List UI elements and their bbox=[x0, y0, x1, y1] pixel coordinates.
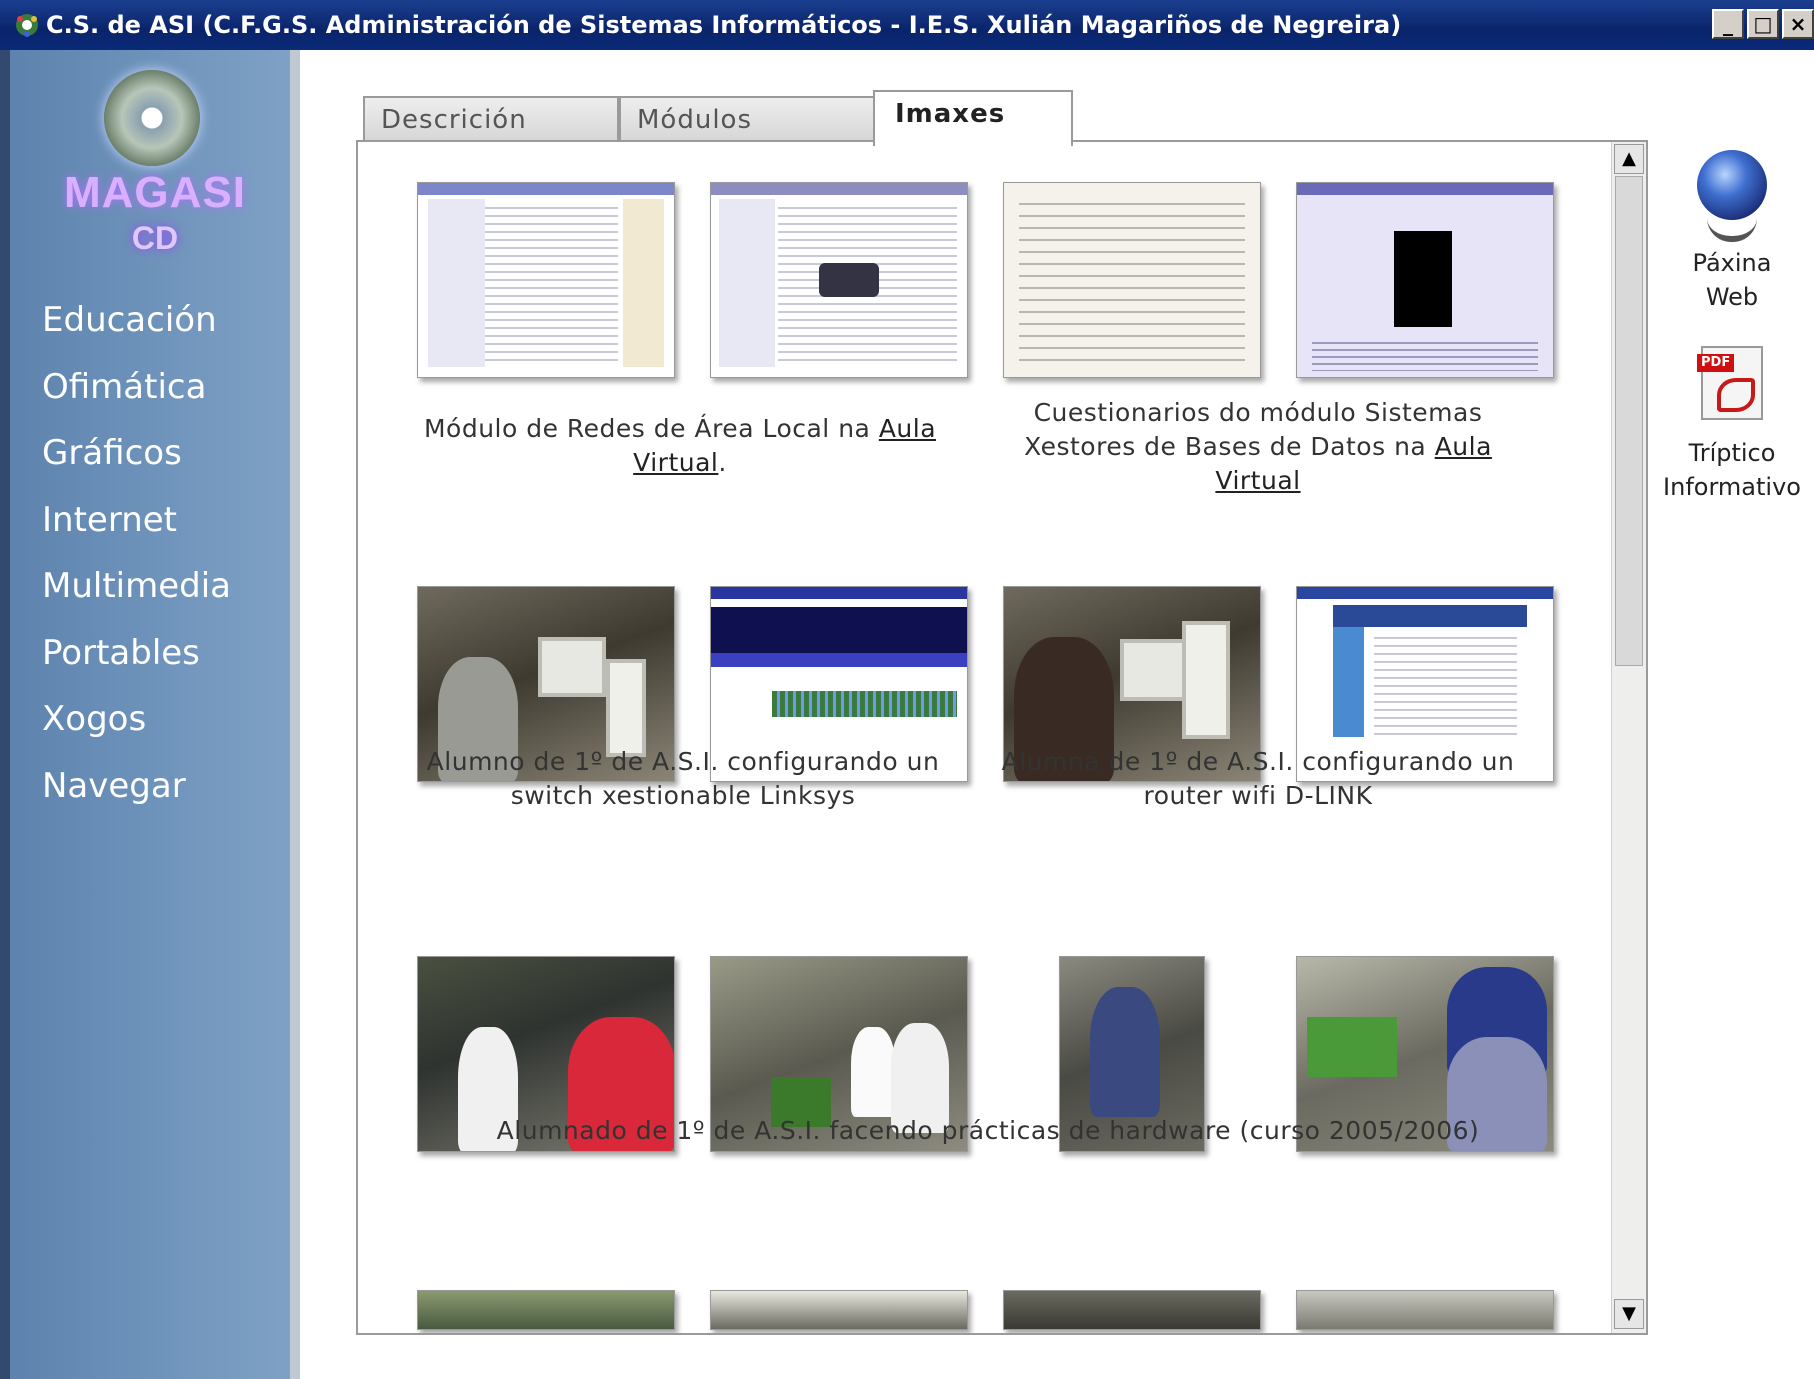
gallery-caption: Alumna de 1º de A.S.I. configurando un r… bbox=[1001, 747, 1515, 810]
window-titlebar: C.S. de ASI (C.F.G.S. Administración de … bbox=[0, 0, 1814, 50]
caption-text-end: . bbox=[718, 448, 727, 477]
logo-word: MAGASI bbox=[64, 168, 246, 217]
magasi-logo: MAGASI CD bbox=[40, 70, 270, 280]
tab-descricion[interactable]: Descrición bbox=[363, 96, 619, 142]
scroll-thumb[interactable] bbox=[1615, 176, 1643, 666]
scroll-up-button[interactable]: ▲ bbox=[1614, 144, 1644, 174]
sidebar-item-multimedia[interactable]: Multimedia bbox=[42, 561, 231, 628]
sidebar-item-portables[interactable]: Portables bbox=[42, 628, 231, 695]
pdf-icon: PDF bbox=[1697, 346, 1763, 420]
gallery-thumb[interactable] bbox=[710, 182, 968, 378]
paxina-web-link[interactable]: Páxina Web bbox=[1650, 150, 1814, 314]
gallery-thumb[interactable] bbox=[1003, 1290, 1261, 1330]
gallery-caption: Alumno de 1º de A.S.I. configurando un s… bbox=[426, 747, 940, 810]
gallery-caption: Módulo de Redes de Área Local na Aula Vi… bbox=[417, 412, 943, 480]
tab-modulos[interactable]: Módulos bbox=[619, 96, 875, 142]
gallery-thumb[interactable] bbox=[710, 1290, 968, 1330]
minimize-button[interactable]: _ bbox=[1712, 9, 1744, 39]
gallery-caption: Cuestionarios do módulo Sistemas Xestore… bbox=[998, 396, 1518, 498]
triptico-label: Tríptico Informativo bbox=[1663, 439, 1801, 501]
paxina-web-label: Páxina Web bbox=[1692, 249, 1772, 311]
gallery-thumb[interactable] bbox=[1296, 1290, 1554, 1330]
sidebar-item-ofimatica[interactable]: Ofimática bbox=[42, 362, 231, 429]
close-button[interactable]: × bbox=[1782, 9, 1814, 39]
vertical-scrollbar[interactable]: ▲ ▼ bbox=[1611, 142, 1646, 1333]
gallery-caption: Alumnado de 1º de A.S.I. facendo práctic… bbox=[496, 1116, 1480, 1145]
sidebar-item-graficos[interactable]: Gráficos bbox=[42, 428, 231, 495]
tab-imaxes[interactable]: Imaxes bbox=[873, 90, 1073, 146]
gallery-thumb[interactable] bbox=[1003, 182, 1261, 378]
gallery-thumb[interactable] bbox=[1296, 182, 1554, 378]
sidebar-item-educacion[interactable]: Educación bbox=[42, 295, 231, 362]
window-title: C.S. de ASI (C.F.G.S. Administración de … bbox=[46, 11, 1402, 39]
scroll-down-button[interactable]: ▼ bbox=[1614, 1299, 1644, 1329]
globe-stand bbox=[1707, 218, 1757, 242]
logo-disc-icon bbox=[104, 70, 200, 166]
caption-text: Cuestionarios do módulo Sistemas Xestore… bbox=[1024, 398, 1483, 461]
sidebar-item-xogos[interactable]: Xogos bbox=[42, 694, 231, 761]
maximize-button[interactable]: □ bbox=[1747, 9, 1779, 39]
sidebar: MAGASI CD Educación Ofimática Gráficos I… bbox=[0, 50, 300, 1379]
gallery-panel: Módulo de Redes de Área Local na Aula Vi… bbox=[356, 140, 1648, 1335]
sidebar-edge bbox=[0, 50, 10, 1379]
sidebar-nav: Educación Ofimática Gráficos Internet Mu… bbox=[42, 295, 231, 827]
caption-text: Módulo de Redes de Área Local na bbox=[423, 414, 879, 443]
gallery-thumb[interactable] bbox=[417, 182, 675, 378]
sidebar-item-internet[interactable]: Internet bbox=[42, 495, 231, 562]
sidebar-item-navegar[interactable]: Navegar bbox=[42, 761, 231, 828]
triptico-link[interactable]: PDF Tríptico Informativo bbox=[1650, 346, 1814, 504]
gallery-thumb[interactable] bbox=[417, 1290, 675, 1330]
app-icon bbox=[16, 14, 38, 37]
logo-sub: CD bbox=[131, 220, 179, 256]
globe-icon bbox=[1697, 150, 1767, 220]
window-controls: _ □ × bbox=[1712, 9, 1814, 41]
